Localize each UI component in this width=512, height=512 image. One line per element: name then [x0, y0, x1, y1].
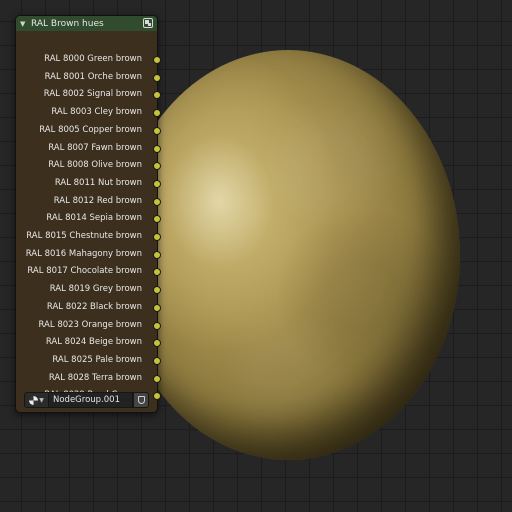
chevron-down-icon: ▼	[39, 396, 44, 404]
output-socket-label: RAL 8012 Red brown	[53, 195, 142, 206]
output-socket-dot[interactable]	[153, 179, 161, 188]
output-socket-label: RAL 8022 Black brown	[46, 301, 142, 312]
output-socket-dot[interactable]	[153, 56, 161, 64]
output-socket-row: RAL 8015 Chestnute brown	[16, 228, 161, 245]
output-socket-dot[interactable]	[153, 356, 161, 365]
output-socket-dot[interactable]	[153, 374, 161, 383]
node-group-icon[interactable]	[143, 18, 153, 28]
output-socket-label: RAL 8002 Signal brown	[43, 89, 142, 100]
output-socket-dot[interactable]	[153, 321, 161, 330]
output-socket-label: RAL 8016 Mahagony brown	[25, 248, 142, 259]
output-socket-row: RAL 8023 Orange brown	[16, 317, 161, 334]
output-socket-dot[interactable]	[153, 392, 161, 401]
output-socket-dot[interactable]	[153, 250, 161, 259]
output-socket-label: RAL 8028 Terra brown	[48, 372, 142, 383]
output-socket-label: RAL 8005 Copper brown	[39, 124, 142, 135]
output-socket-row: RAL 8025 Pale brown	[16, 352, 161, 369]
output-socket-dot[interactable]	[153, 144, 161, 153]
output-socket-label: RAL 8017 Chocolate brown	[27, 266, 142, 277]
node-group-browse-button[interactable]: ▼	[24, 392, 49, 408]
output-socket-dot[interactable]	[153, 126, 161, 135]
node-group-node[interactable]: ▼ RAL Brown hues RAL 8000 Green brown RAL…	[15, 15, 161, 413]
output-socket-row: RAL 8012 Red brown	[16, 193, 161, 210]
output-socket-label: RAL 8007 Fawn brown	[48, 142, 142, 153]
output-socket-dot[interactable]	[153, 303, 161, 312]
output-socket-dot[interactable]	[153, 73, 161, 82]
output-socket-row: RAL 8022 Black brown	[16, 299, 161, 316]
fake-user-button[interactable]	[133, 392, 149, 408]
output-socket-label: RAL 8000 Green brown	[44, 54, 142, 64]
output-socket-row: RAL 8000 Green brown	[16, 51, 161, 68]
output-socket-label: RAL 8003 Cley brown	[51, 107, 142, 118]
output-socket-label: RAL 8023 Orange brown	[38, 319, 143, 330]
output-socket-row: RAL 8007 Fawn brown	[16, 140, 161, 157]
output-socket-label: RAL 8008 Olive brown	[48, 160, 142, 171]
output-socket-row: RAL 8008 Olive brown	[16, 157, 161, 174]
node-group-selector: ▼ NodeGroup.001	[24, 392, 149, 408]
node-title: RAL Brown hues	[31, 18, 104, 29]
node-header[interactable]: ▼ RAL Brown hues	[16, 16, 157, 31]
output-socket-dot[interactable]	[153, 233, 161, 241]
collapse-triangle-icon[interactable]: ▼	[20, 20, 29, 28]
output-socket-row: RAL 8002 Signal brown	[16, 86, 161, 103]
output-socket-row: RAL 8003 Cley brown	[16, 104, 161, 121]
output-socket-row: RAL 8011 Nut brown	[16, 175, 161, 192]
output-socket-label: RAL 8019 Grey brown	[49, 284, 142, 295]
output-socket-row: RAL 8014 Sepia brown	[16, 210, 161, 227]
output-socket-label: RAL 8024 Beige brown	[45, 337, 142, 348]
output-socket-row: RAL 8001 Orche brown	[16, 69, 161, 86]
output-socket-row: RAL 8024 Beige brown	[16, 334, 161, 351]
output-socket-label: RAL 8014 Sepia brown	[46, 213, 142, 224]
output-socket-row: RAL 8028 Terra brown	[16, 370, 161, 387]
output-socket-label: RAL 8015 Chestnute brown	[26, 231, 142, 241]
output-socket-dot[interactable]	[153, 197, 161, 206]
output-socket-row: RAL 8016 Mahagony brown	[16, 246, 161, 263]
output-socket-label: RAL 8025 Pale brown	[52, 354, 142, 365]
output-socket-row: RAL 8005 Copper brown	[16, 122, 161, 139]
material-sphere-icon	[29, 395, 39, 405]
shield-icon	[137, 396, 145, 404]
output-socket-row: RAL 8017 Chocolate brown	[16, 263, 161, 280]
output-socket-label: RAL 8001 Orche brown	[44, 71, 142, 82]
output-socket-row: RAL 8019 Grey brown	[16, 281, 161, 298]
material-preview-sphere	[116, 50, 460, 460]
output-socket-label: RAL 8011 Nut brown	[54, 177, 142, 188]
node-group-name-field[interactable]: NodeGroup.001	[49, 392, 133, 408]
output-socket-dot[interactable]	[153, 109, 161, 118]
output-socket-dot[interactable]	[153, 91, 161, 100]
